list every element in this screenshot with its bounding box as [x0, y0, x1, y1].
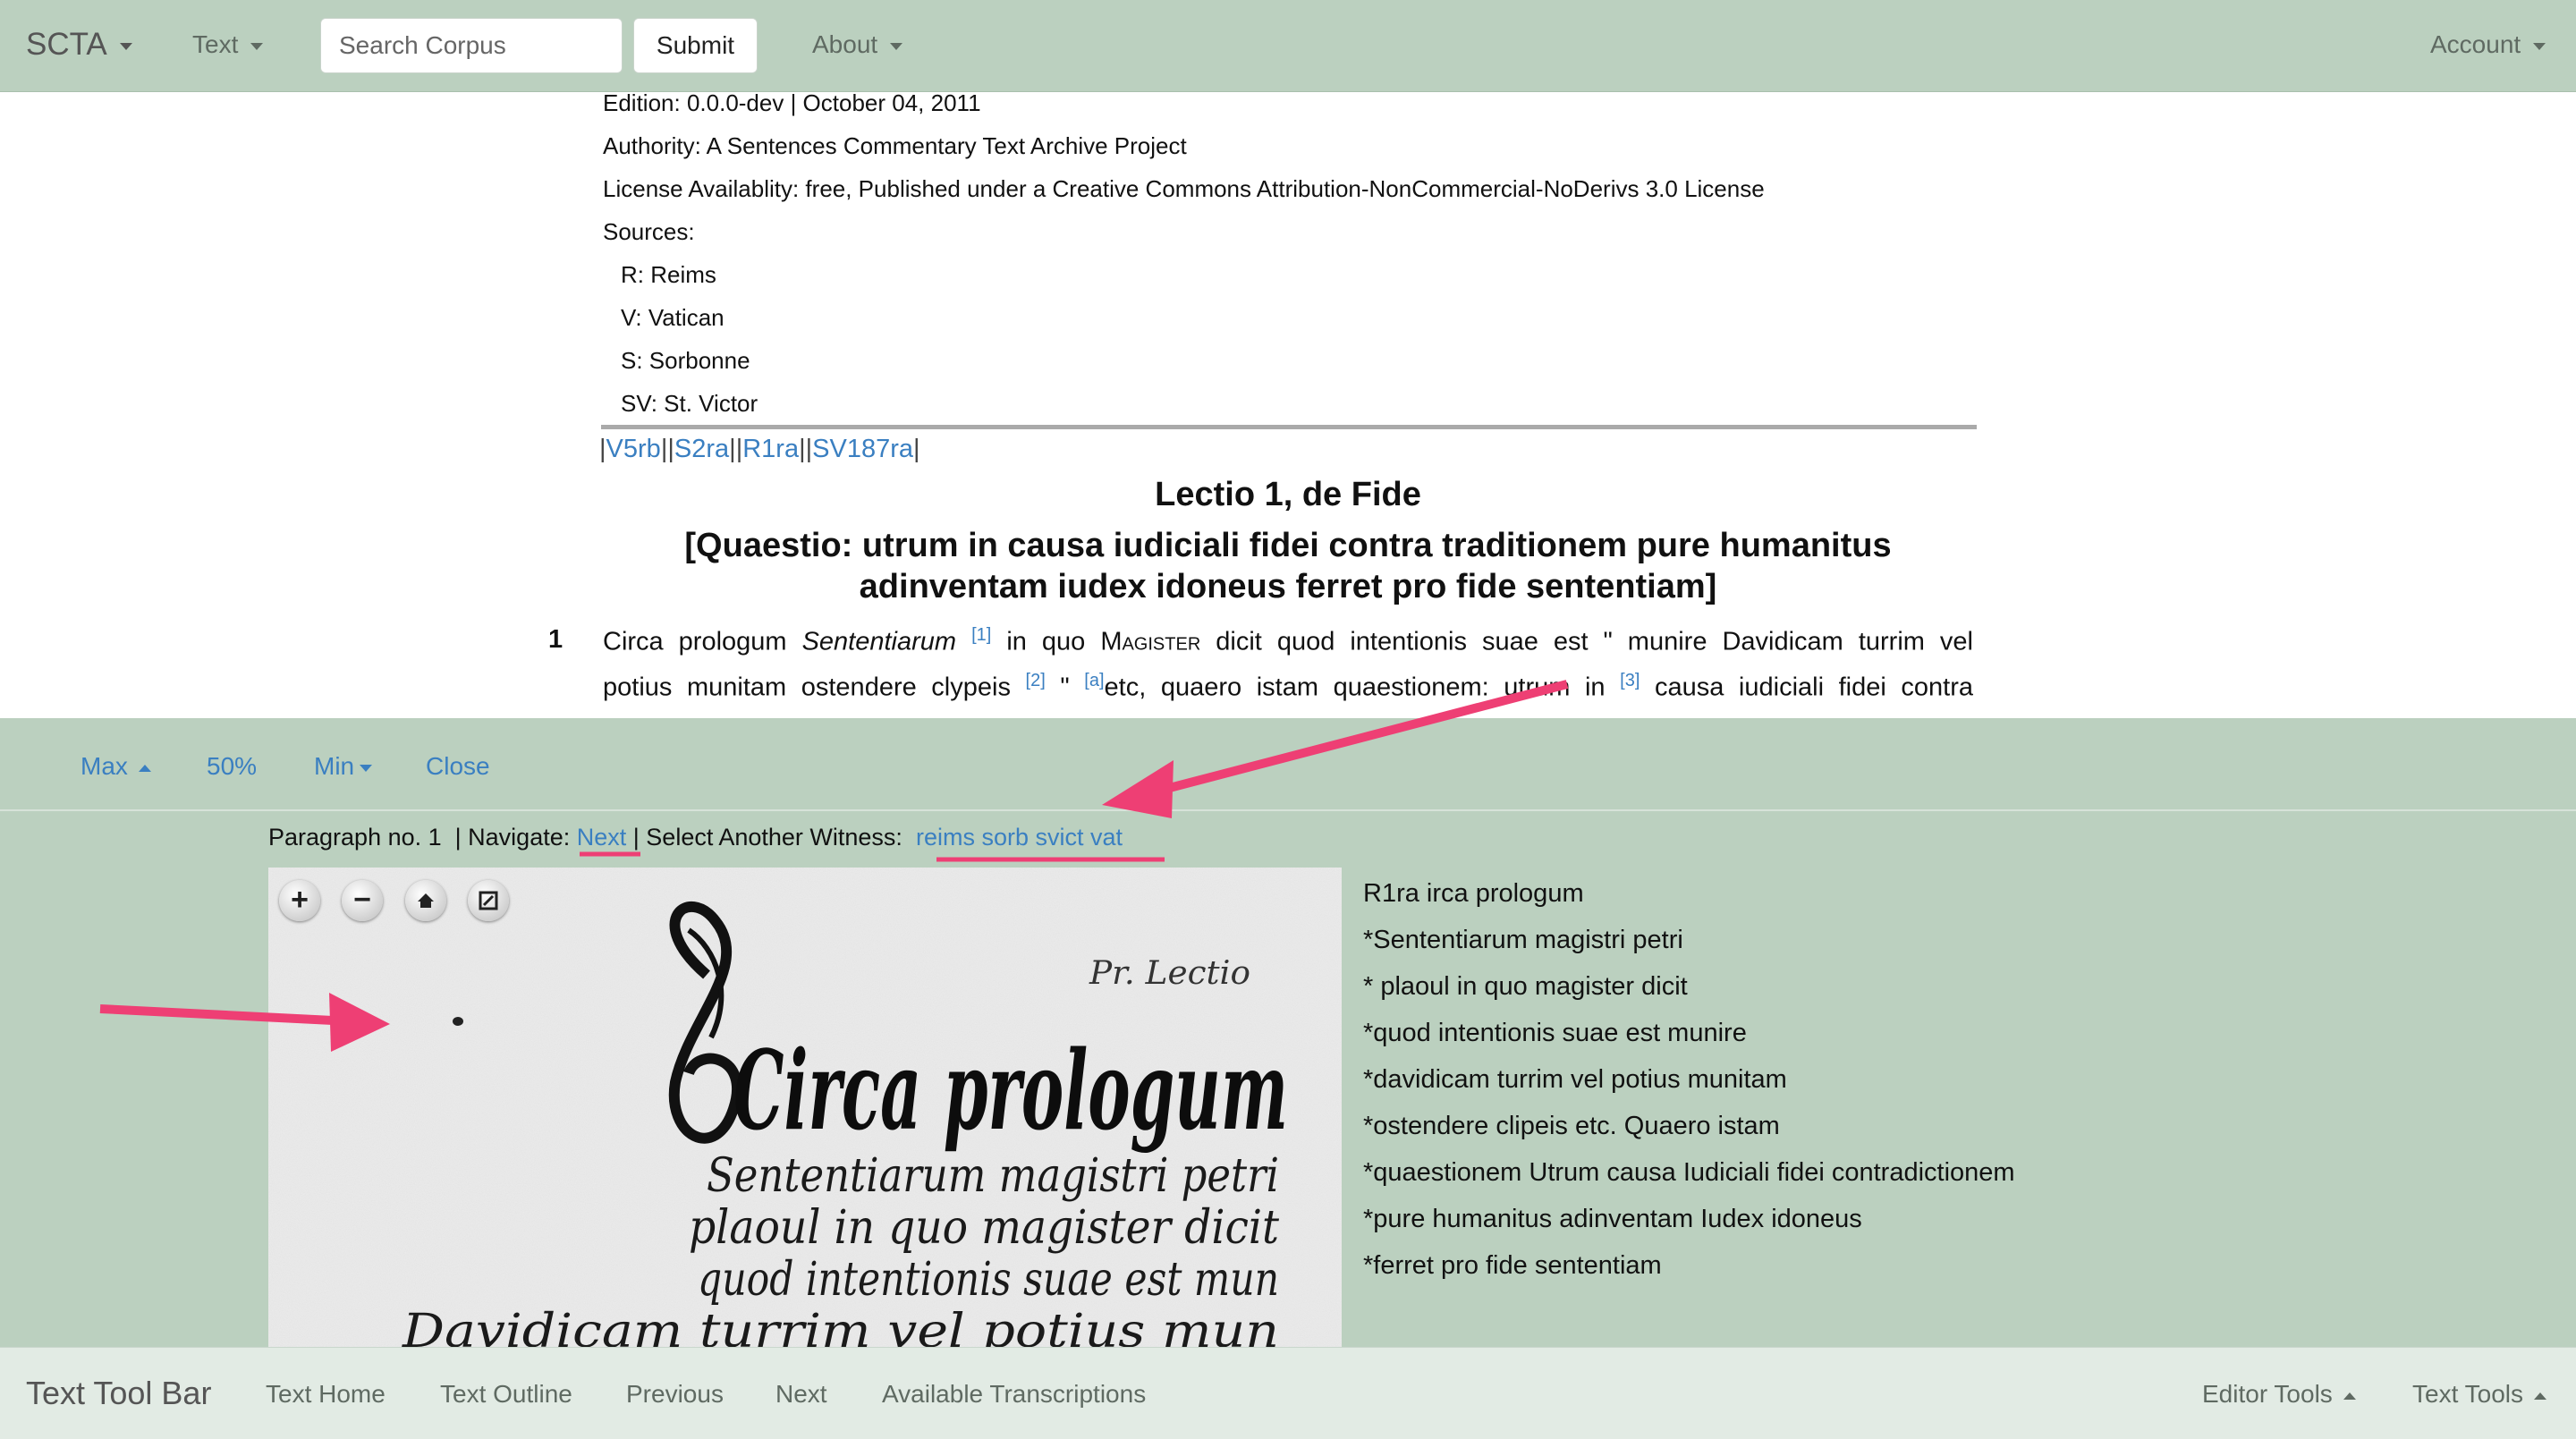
paragraph-text-line: Circa prologum Sententiarum [1] in quo M…	[603, 625, 1974, 656]
transcription-line: * plaoul in quo magister dicit	[1363, 972, 1688, 1001]
lectio-title: Lectio 1, de Fide	[1155, 476, 1421, 513]
manuscript-line: Davidicam turrim vel potius mun	[402, 1305, 1279, 1347]
transcription-line: *ostendere clipeis etc. Quaero istam	[1363, 1112, 1780, 1140]
paragraph-label: Paragraph no. 1	[268, 824, 442, 851]
search-input[interactable]	[320, 18, 623, 73]
close-button[interactable]: Close	[426, 752, 490, 781]
transcription-line: R1ra irca prologum	[1363, 879, 1584, 908]
folio-links: |V5rb||S2ra||R1ra||SV187ra|	[599, 435, 920, 463]
witness-link-reims[interactable]: reims	[916, 824, 975, 851]
brand-label: SCTA	[26, 27, 107, 62]
tool-bar-title: Text Tool Bar	[26, 1375, 212, 1411]
question-title-line2: adinventam iudex idoneus ferret pro fide…	[859, 568, 1717, 605]
footnote-link[interactable]: [a]	[1084, 671, 1104, 690]
chevron-down-icon	[360, 764, 373, 772]
chevron-down-icon	[119, 42, 132, 50]
edition-line: Edition: 0.0.0-dev | October 04, 2011	[603, 92, 981, 116]
editor-tools-menu[interactable]: Editor Tools	[2202, 1380, 2356, 1409]
folio-link[interactable]: S2ra	[674, 435, 729, 463]
text-home-link[interactable]: Text Home	[266, 1380, 386, 1409]
manuscript-heading: Circa prologum	[733, 1026, 1288, 1155]
source-item: R: Reims	[621, 261, 716, 288]
license-line: License Availablity: free, Published und…	[603, 175, 1765, 202]
text-tools-menu[interactable]: Text Tools	[2412, 1380, 2546, 1409]
zoom-out-icon[interactable]: −	[342, 880, 383, 921]
transcription-line: *quod intentionis suae est munire	[1363, 1019, 1747, 1047]
folio-link[interactable]: R1ra	[742, 435, 799, 463]
source-item: SV: St. Victor	[621, 390, 758, 417]
chevron-up-icon	[2534, 1392, 2546, 1400]
next-link[interactable]: Next	[775, 1380, 827, 1409]
witness-link-svict[interactable]: svict	[1036, 824, 1084, 851]
witness-link-vat[interactable]: vat	[1090, 824, 1123, 851]
fullscreen-icon[interactable]	[468, 880, 509, 921]
paragraph-text-line: potius munitam ostendere clypeis [2] " […	[603, 671, 1973, 702]
footnote-link[interactable]: [1]	[971, 625, 991, 645]
manuscript-image-viewer[interactable]: Circa prologum Sententiarum magistri pet…	[268, 868, 1342, 1347]
transcription-line: *Sententiarum magistri petri	[1363, 926, 1683, 954]
folio-link[interactable]: SV187ra	[812, 435, 913, 463]
next-paragraph-link[interactable]: Next	[577, 824, 627, 851]
transcription-line: *ferret pro fide sententiam	[1363, 1251, 1662, 1280]
top-navbar: SCTA Text Submit About Account	[0, 0, 2576, 92]
text-tool-bar: Text Tool Bar Text Home Text Outline Pre…	[0, 1347, 2576, 1439]
half-size-button[interactable]: 50%	[207, 752, 257, 781]
home-icon[interactable]	[405, 880, 446, 921]
witness-link-sorb[interactable]: sorb	[981, 824, 1029, 851]
transcription-line: *pure humanitus adinventam Iudex idoneus	[1363, 1205, 1862, 1233]
source-item: V: Vatican	[621, 304, 724, 331]
text-menu-label: Text	[192, 30, 239, 58]
text-menu[interactable]: Text	[192, 30, 264, 59]
authority-line: Authority: A Sentences Commentary Text A…	[603, 132, 1187, 159]
folio-link[interactable]: V5rb	[606, 435, 661, 463]
paragraph-number[interactable]: 1	[548, 625, 563, 655]
divider	[601, 425, 1977, 429]
witness-navigation: Paragraph no. 1 | Navigate: Next | Selec…	[268, 824, 1123, 851]
manuscript-image: Circa prologum Sententiarum magistri pet…	[268, 868, 1342, 1347]
about-menu-label: About	[812, 30, 878, 58]
document-view: Edition: 0.0.0-dev | October 04, 2011 Au…	[0, 92, 2576, 718]
manuscript-line: quod intentionis suae est mun	[698, 1253, 1279, 1307]
account-menu[interactable]: Account	[2430, 30, 2546, 59]
min-button[interactable]: Min	[314, 752, 373, 781]
chevron-down-icon	[2533, 42, 2546, 50]
chevron-up-icon	[138, 764, 151, 772]
previous-link[interactable]: Previous	[626, 1380, 724, 1409]
question-title-line1: [Quaestio: utrum in causa iudiciali fide…	[684, 527, 1892, 564]
chevron-up-icon	[2343, 1392, 2356, 1400]
manuscript-line: plaoul in quo magister dicit	[689, 1201, 1279, 1255]
manuscript-margin-note: Pr. Lectio	[1089, 955, 1250, 992]
footnote-link[interactable]: [2]	[1026, 671, 1046, 690]
account-menu-label: Account	[2430, 30, 2521, 58]
zoom-in-icon[interactable]: +	[279, 880, 320, 921]
transcription-line: *quaestionem Utrum causa Iudiciali fidei…	[1363, 1158, 2015, 1187]
brand-menu[interactable]: SCTA	[26, 27, 132, 63]
viewer-size-toolbar: Max 50% Min Close	[0, 718, 2576, 811]
chevron-down-icon	[890, 42, 903, 50]
transcription-line: *davidicam turrim vel potius munitam	[1363, 1065, 1787, 1094]
text-outline-link[interactable]: Text Outline	[440, 1380, 572, 1409]
sources-heading: Sources:	[603, 218, 695, 245]
about-menu[interactable]: About	[812, 30, 903, 59]
manuscript-line: Sententiarum magistri petri	[707, 1149, 1279, 1203]
chevron-down-icon	[250, 42, 264, 50]
max-button[interactable]: Max	[80, 752, 151, 781]
witness-viewer-panel: Max 50% Min Close Paragraph no. 1 | Navi…	[0, 718, 2576, 1347]
submit-button[interactable]: Submit	[633, 18, 758, 73]
available-transcriptions-link[interactable]: Available Transcriptions	[882, 1380, 1146, 1409]
footnote-link[interactable]: [3]	[1620, 671, 1640, 690]
source-item: S: Sorbonne	[621, 347, 750, 374]
